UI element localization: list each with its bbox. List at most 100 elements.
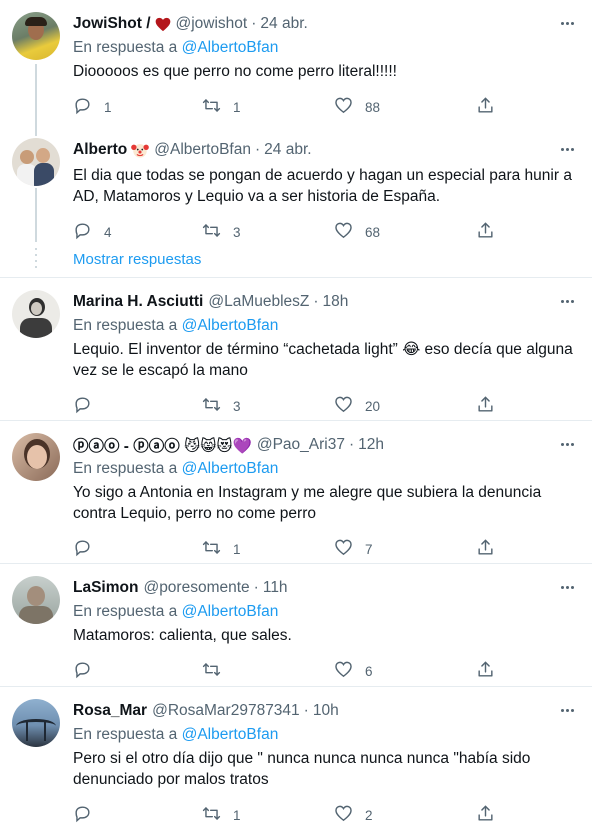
display-name[interactable]: Marina H. Asciutti <box>73 293 203 311</box>
like-count: 6 <box>365 663 373 679</box>
share-icon <box>476 221 495 243</box>
tweet[interactable]: Rosa_Mar @RosaMar29787341 · 10h En respu… <box>0 687 592 833</box>
reply-button[interactable] <box>73 660 202 682</box>
like-count: 68 <box>365 224 381 240</box>
thread-line <box>35 188 37 242</box>
reply-count: 4 <box>104 224 112 240</box>
retweet-count: 3 <box>233 224 241 240</box>
tweet[interactable]: Alberto @AlbertoBfan · 24 abr. El dia qu… <box>0 122 592 243</box>
retweet-icon <box>202 804 221 826</box>
avatar[interactable] <box>12 699 60 747</box>
reply-button[interactable]: 4 <box>73 221 202 243</box>
reply-button[interactable] <box>73 804 202 826</box>
retweet-icon <box>202 96 221 118</box>
display-name[interactable]: LaSimon <box>73 579 138 597</box>
user-handle[interactable]: @poresomente <box>143 579 249 597</box>
avatar[interactable] <box>12 138 60 186</box>
like-button[interactable]: 88 <box>334 96 476 118</box>
tweet[interactable]: Marina H. Asciutti @LaMueblesZ · 18h En … <box>0 278 592 421</box>
tweet[interactable]: JowiShot / @jowishot · 24 abr. En respue… <box>0 0 592 126</box>
display-name[interactable]: JowiShot / <box>73 15 151 33</box>
avatar[interactable] <box>12 433 60 481</box>
tweet-text: Diooooos es que perro no come perro lite… <box>73 63 397 80</box>
tweet-actions: 1 7 <box>73 530 578 568</box>
user-handle[interactable]: @RosaMar29787341 <box>152 702 300 720</box>
retweet-button[interactable]: 1 <box>202 804 334 826</box>
like-button[interactable]: 20 <box>334 395 476 417</box>
avatar[interactable] <box>12 12 60 60</box>
retweet-button[interactable]: 1 <box>202 96 334 118</box>
reply-prefix: En respuesta a <box>73 726 178 743</box>
retweet-count: 1 <box>233 99 241 115</box>
like-button[interactable]: 68 <box>334 221 476 243</box>
reply-mention[interactable]: @AlbertoBfan <box>182 603 279 620</box>
more-icon[interactable] <box>556 292 578 310</box>
heart-icon <box>155 17 171 32</box>
user-handle[interactable]: @AlbertoBfan <box>154 141 251 159</box>
reply-button[interactable] <box>73 538 202 560</box>
reply-mention[interactable]: @AlbertoBfan <box>182 726 279 743</box>
retweet-button[interactable] <box>202 660 334 682</box>
show-replies-link[interactable]: Mostrar respuestas <box>73 251 201 268</box>
share-icon <box>476 804 495 826</box>
tweet-text: Yo sigo a Antonia en Instagram y me aleg… <box>73 484 542 522</box>
reply-context: En respuesta a @AlbertoBfan <box>73 602 578 622</box>
tweet[interactable]: ⓟⓐⓞ - ⓟⓐⓞ 😼😸😻💜 @Pao_Ari37 · 12h En respu… <box>0 421 592 564</box>
more-icon[interactable] <box>556 435 578 453</box>
retweet-count: 1 <box>233 807 241 823</box>
like-button[interactable]: 6 <box>334 660 476 682</box>
more-icon[interactable] <box>556 578 578 596</box>
heart-icon <box>334 96 353 118</box>
timestamp[interactable]: 24 abr. <box>260 15 307 33</box>
user-handle[interactable]: @Pao_Ari37 <box>257 436 345 454</box>
share-button[interactable] <box>476 96 495 118</box>
timestamp[interactable]: 18h <box>323 293 349 311</box>
timestamp[interactable]: 11h <box>263 579 288 597</box>
avatar[interactable] <box>12 290 60 338</box>
reply-icon <box>73 221 92 243</box>
separator-dot: · <box>251 15 257 32</box>
more-icon[interactable] <box>556 14 578 32</box>
tweet-actions: 1 1 88 <box>73 88 578 126</box>
tweet-text: Lequio. El inventor de término “cachetad… <box>73 341 573 379</box>
avatar[interactable] <box>12 576 60 624</box>
more-icon[interactable] <box>556 140 578 158</box>
reply-mention[interactable]: @AlbertoBfan <box>182 39 279 56</box>
retweet-count: 3 <box>233 398 241 414</box>
reply-mention[interactable]: @AlbertoBfan <box>182 317 279 334</box>
reply-button[interactable] <box>73 395 202 417</box>
timestamp[interactable]: 10h <box>313 702 339 720</box>
more-icon[interactable] <box>556 701 578 719</box>
user-handle[interactable]: @jowishot <box>176 15 248 33</box>
heart-icon <box>334 804 353 826</box>
share-button[interactable] <box>476 660 495 682</box>
timestamp[interactable]: 24 abr. <box>264 141 311 159</box>
separator-dot: · <box>253 579 259 596</box>
reply-icon <box>73 395 92 417</box>
share-button[interactable] <box>476 221 495 243</box>
retweet-button[interactable]: 1 <box>202 538 334 560</box>
heart-icon <box>334 221 353 243</box>
share-icon <box>476 538 495 560</box>
display-name[interactable]: Rosa_Mar <box>73 702 147 720</box>
share-button[interactable] <box>476 395 495 417</box>
display-name[interactable]: ⓟⓐⓞ - ⓟⓐⓞ 😼😸😻💜 <box>73 434 252 456</box>
like-button[interactable]: 7 <box>334 538 476 560</box>
tweet-text: El dia que todas se pongan de acuerdo y … <box>73 167 572 205</box>
share-button[interactable] <box>476 538 495 560</box>
tweet[interactable]: LaSimon @poresomente · 11h En respuesta … <box>0 564 592 687</box>
retweet-button[interactable]: 3 <box>202 221 334 243</box>
user-handle[interactable]: @LaMueblesZ <box>208 293 309 311</box>
reply-button[interactable]: 1 <box>73 96 202 118</box>
share-button[interactable] <box>476 804 495 826</box>
replies-feed: JowiShot / @jowishot · 24 abr. En respue… <box>0 0 592 834</box>
display-name[interactable]: Alberto <box>73 141 127 159</box>
thread-dots <box>35 248 37 268</box>
show-replies-row[interactable]: Mostrar respuestas <box>0 242 592 278</box>
timestamp[interactable]: 12h <box>358 436 384 454</box>
tweet-text: Matamoros: calienta, que sales. <box>73 627 292 644</box>
like-button[interactable]: 2 <box>334 804 476 826</box>
reply-mention[interactable]: @AlbertoBfan <box>182 460 279 477</box>
reply-prefix: En respuesta a <box>73 460 178 477</box>
retweet-button[interactable]: 3 <box>202 395 334 417</box>
